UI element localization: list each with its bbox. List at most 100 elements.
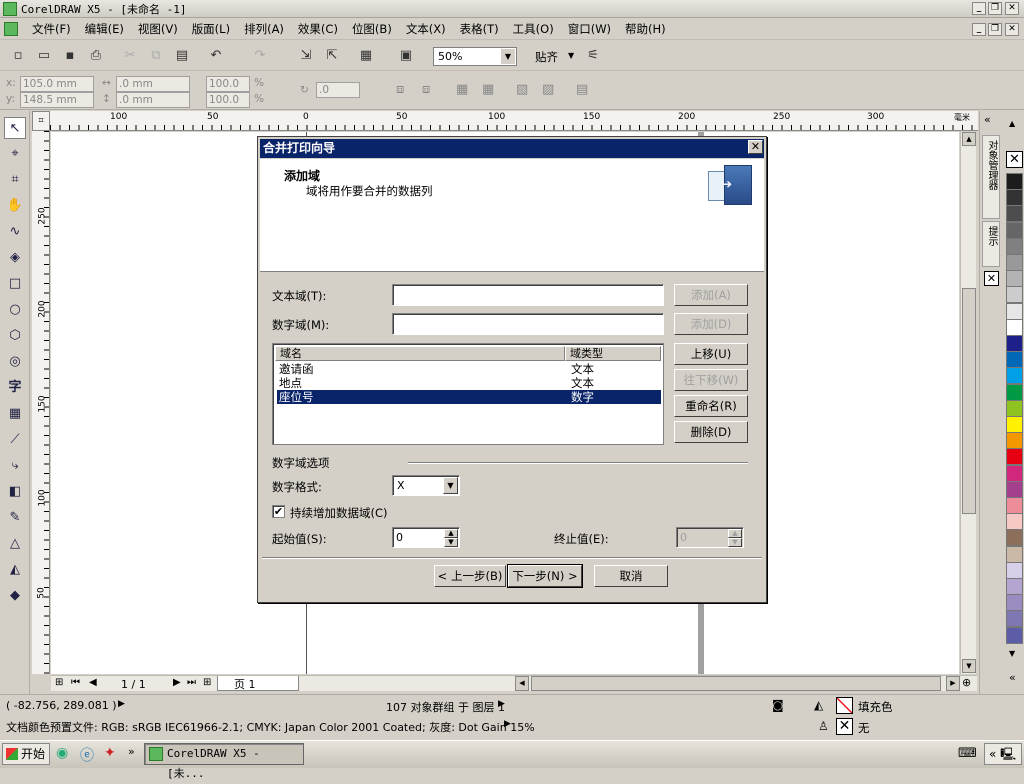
color-swatch[interactable] bbox=[1006, 464, 1023, 482]
quicklaunch-more-icon[interactable]: » bbox=[128, 745, 135, 758]
rotate-field[interactable]: .0 bbox=[316, 82, 360, 98]
restore-button[interactable]: ❐ bbox=[988, 2, 1002, 15]
menu-bitmaps[interactable]: 位图(B) bbox=[352, 21, 392, 37]
color-swatch[interactable] bbox=[1006, 189, 1023, 207]
tray-expand-icon[interactable]: « 🖳 bbox=[984, 743, 1022, 765]
new-icon[interactable]: ▫ bbox=[8, 46, 28, 66]
print-icon[interactable]: ⎙ bbox=[86, 46, 106, 66]
color-swatch[interactable] bbox=[1006, 173, 1023, 190]
y-field[interactable]: 148.5 mm bbox=[20, 92, 94, 108]
color-swatch[interactable] bbox=[1006, 497, 1023, 514]
color-swatch[interactable] bbox=[1006, 221, 1023, 239]
object-manager-tab[interactable]: 对象管理器 bbox=[982, 135, 1000, 219]
spin-down-icon[interactable]: ▼ bbox=[444, 538, 458, 547]
coords-arrow-icon[interactable]: ▶ bbox=[118, 699, 125, 709]
color-swatch[interactable] bbox=[1006, 626, 1023, 644]
info-arrow-icon[interactable]: ▶ bbox=[498, 699, 505, 709]
color-swatch[interactable] bbox=[1006, 318, 1023, 336]
delete-button[interactable]: 删除(D) bbox=[674, 421, 748, 443]
save-icon[interactable]: ▪ bbox=[60, 46, 80, 66]
color-swatch[interactable] bbox=[1006, 480, 1023, 498]
back-button[interactable]: < 上一步(B) bbox=[434, 565, 506, 587]
mirror-v-icon[interactable]: ⧈ bbox=[422, 82, 430, 97]
snap-label[interactable]: 贴齐 bbox=[535, 49, 558, 65]
zoom-select[interactable]: 50% ▼ bbox=[433, 47, 517, 66]
launcher-icon[interactable]: ▦ bbox=[356, 46, 376, 66]
basic-shapes-icon[interactable]: ◎ bbox=[4, 351, 26, 373]
taskbar-coreldraw-button[interactable]: CorelDRAW X5 - [未... bbox=[144, 743, 304, 780]
spin-down-icon[interactable]: ▼ bbox=[728, 538, 742, 547]
rectangle-tool-icon[interactable]: □ bbox=[4, 273, 26, 295]
add-number-field-button[interactable]: 添加(D) bbox=[674, 313, 748, 335]
chevron-down-icon[interactable]: ▼ bbox=[501, 49, 515, 64]
last-page-icon[interactable]: ⏭ bbox=[187, 677, 196, 688]
number-field-input[interactable] bbox=[392, 313, 664, 335]
color-swatch[interactable] bbox=[1006, 270, 1023, 288]
redo-icon[interactable]: ↷ bbox=[250, 46, 270, 66]
color-swatch[interactable] bbox=[1006, 351, 1023, 369]
palette-scroll-down-icon[interactable]: ▼ bbox=[1009, 649, 1015, 658]
menu-layout[interactable]: 版面(L) bbox=[192, 21, 230, 37]
column-header-field-type[interactable]: 域类型 bbox=[565, 346, 661, 361]
scroll-thumb[interactable] bbox=[962, 288, 976, 514]
color-swatch[interactable] bbox=[1006, 578, 1023, 595]
doc-restore-button[interactable]: ❐ bbox=[988, 23, 1002, 36]
color-swatch[interactable] bbox=[1006, 594, 1023, 612]
ruler-origin-icon[interactable]: ⌗ bbox=[32, 111, 50, 131]
menu-window[interactable]: 窗口(W) bbox=[568, 21, 611, 37]
scroll-down-icon[interactable]: ▼ bbox=[962, 659, 976, 673]
spin-up-icon[interactable]: ▲ bbox=[728, 529, 742, 538]
menu-tools[interactable]: 工具(O) bbox=[513, 21, 554, 37]
color-swatch[interactable] bbox=[1006, 254, 1023, 271]
shape-tool-icon[interactable]: ⌖ bbox=[4, 143, 26, 165]
undo-icon[interactable]: ↶ bbox=[206, 46, 226, 66]
mirror-h-icon[interactable]: ⧈ bbox=[396, 82, 404, 97]
export-icon[interactable]: ⇱ bbox=[322, 46, 342, 66]
menu-view[interactable]: 视图(V) bbox=[138, 21, 178, 37]
color-swatch[interactable] bbox=[1006, 367, 1023, 385]
first-page-icon[interactable]: ⏮ bbox=[71, 677, 80, 688]
pick-tool-icon[interactable]: ↖ bbox=[4, 117, 26, 139]
menu-table[interactable]: 表格(T) bbox=[460, 21, 499, 37]
menu-effects[interactable]: 效果(C) bbox=[298, 21, 338, 37]
color-swatch[interactable] bbox=[1006, 205, 1023, 223]
interactive-fill-icon[interactable]: ◆ bbox=[4, 585, 26, 607]
scale-x-field[interactable]: 100.0 bbox=[206, 76, 250, 92]
color-swatch[interactable] bbox=[1006, 432, 1023, 450]
dynamic-guides-icon[interactable]: ⚟ bbox=[583, 46, 603, 66]
cut-icon[interactable]: ✂ bbox=[120, 46, 140, 66]
outline-tool-icon[interactable]: △ bbox=[4, 533, 26, 555]
no-color-swatch[interactable]: ✕ bbox=[1006, 151, 1023, 168]
prev-page-icon[interactable]: ◀ bbox=[89, 677, 97, 688]
add-text-field-button[interactable]: 添加(A) bbox=[674, 284, 748, 306]
outline-color-swatch[interactable]: ✕ bbox=[836, 718, 853, 735]
break-icon[interactable]: ▨ bbox=[542, 82, 554, 97]
connector-tool-icon[interactable]: ⤷ bbox=[4, 455, 26, 477]
smart-fill-icon[interactable]: ◈ bbox=[4, 247, 26, 269]
chevron-down-icon[interactable]: ▼ bbox=[443, 477, 458, 494]
color-swatch[interactable] bbox=[1006, 561, 1023, 579]
ellipse-tool-icon[interactable]: ○ bbox=[4, 299, 26, 321]
menu-edit[interactable]: 编辑(E) bbox=[85, 21, 124, 37]
color-swatch[interactable] bbox=[1006, 335, 1023, 352]
list-item-selected[interactable]: 座位号 数字 bbox=[276, 389, 662, 405]
open-icon[interactable]: ▭ bbox=[34, 46, 54, 66]
group-icon[interactable]: ▦ bbox=[456, 82, 468, 97]
docker-close-icon[interactable]: ✕ bbox=[984, 271, 999, 286]
pan-tool-icon[interactable]: ✋ bbox=[4, 195, 26, 217]
color-swatch[interactable] bbox=[1006, 286, 1023, 304]
scroll-up-icon[interactable]: ▲ bbox=[962, 132, 976, 146]
hints-tab[interactable]: 提示 bbox=[982, 221, 1000, 267]
list-item[interactable]: 邀请函 文本 bbox=[277, 362, 661, 376]
copy-icon[interactable]: ⧉ bbox=[146, 46, 166, 66]
column-header-field-name[interactable]: 域名 bbox=[275, 346, 565, 361]
menu-arrange[interactable]: 排列(A) bbox=[244, 21, 284, 37]
cancel-button[interactable]: 取消 bbox=[594, 565, 668, 587]
color-swatch[interactable] bbox=[1006, 529, 1023, 547]
scroll-right-icon[interactable]: ▶ bbox=[946, 676, 960, 691]
spin-up-icon[interactable]: ▲ bbox=[444, 529, 458, 538]
color-swatch[interactable] bbox=[1006, 610, 1023, 628]
keyboard-icon[interactable]: ⌨ bbox=[958, 746, 977, 761]
doc-minimize-button[interactable]: _ bbox=[972, 23, 986, 36]
menu-help[interactable]: 帮助(H) bbox=[625, 21, 666, 37]
